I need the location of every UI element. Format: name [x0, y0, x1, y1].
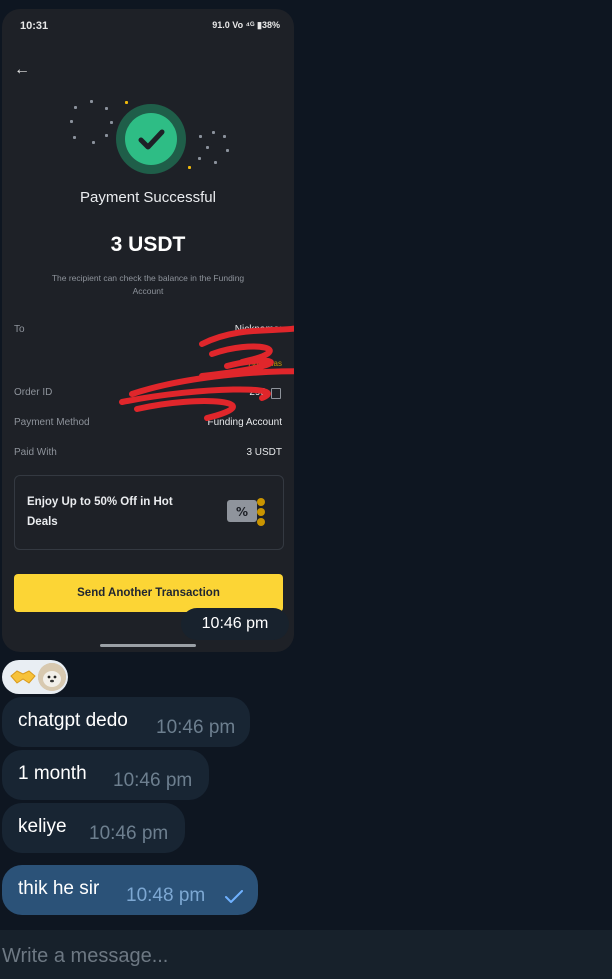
message-time: 10:46 pm — [156, 717, 236, 738]
svg-text:%: % — [236, 505, 248, 519]
handshake-emoji-icon — [10, 670, 36, 684]
message-time: 10:48 pm — [126, 885, 206, 906]
status-indicators: 91.0 Vo ⁴ᴳ ▮38% — [212, 20, 280, 30]
message-composer — [0, 930, 612, 979]
read-check-icon — [225, 890, 243, 903]
redaction-scribble — [119, 325, 294, 421]
image-timestamp: 10:46 pm — [181, 608, 289, 640]
status-time: 10:31 — [20, 20, 49, 32]
message-bubble[interactable]: keliye 10:46 pm — [2, 803, 185, 853]
hot-deals-banner[interactable]: Enjoy Up to 50% Off in Hot Deals % — [14, 475, 284, 550]
message-bubble[interactable]: 1 month 10:46 pm — [2, 750, 209, 800]
payment-status-title: Payment Successful — [80, 189, 216, 206]
message-time: 10:46 pm — [89, 823, 169, 844]
message-input[interactable] — [0, 940, 594, 972]
message-text: chatgpt dedo — [18, 710, 128, 731]
message-bubble[interactable]: chatgpt dedo 10:46 pm — [2, 697, 250, 747]
message-text: keliye — [18, 816, 67, 837]
detail-value-paid-with: 3 USDT — [246, 447, 282, 458]
hot-deals-text: Enjoy Up to 50% Off in Hot Deals — [27, 496, 173, 528]
payment-screenshot[interactable]: 10:31 91.0 Vo ⁴ᴳ ▮38% ← Payment Successf… — [2, 9, 294, 652]
message-text: 1 month — [18, 763, 87, 784]
discount-ticket-icon: % — [227, 498, 265, 526]
back-arrow-icon[interactable]: ← — [14, 61, 30, 79]
outgoing-message-bubble[interactable]: thik he sir 10:48 pm — [2, 865, 258, 915]
success-badge — [116, 104, 186, 174]
checkmark-icon — [138, 129, 165, 150]
reaction-chip[interactable] — [2, 660, 68, 694]
payment-amount: 3 USDT — [110, 233, 186, 256]
message-text: thik he sir — [18, 878, 100, 899]
avatar — [38, 663, 66, 691]
send-another-transaction-button[interactable]: Send Another Transaction — [14, 574, 283, 612]
payment-note: The recipient can check the balance in t… — [51, 273, 245, 296]
message-time: 10:46 pm — [113, 770, 193, 791]
home-indicator — [100, 644, 196, 647]
status-bar: 10:31 91.0 Vo ⁴ᴳ ▮38% — [20, 20, 280, 34]
detail-label-paid-with: Paid With — [14, 447, 57, 458]
